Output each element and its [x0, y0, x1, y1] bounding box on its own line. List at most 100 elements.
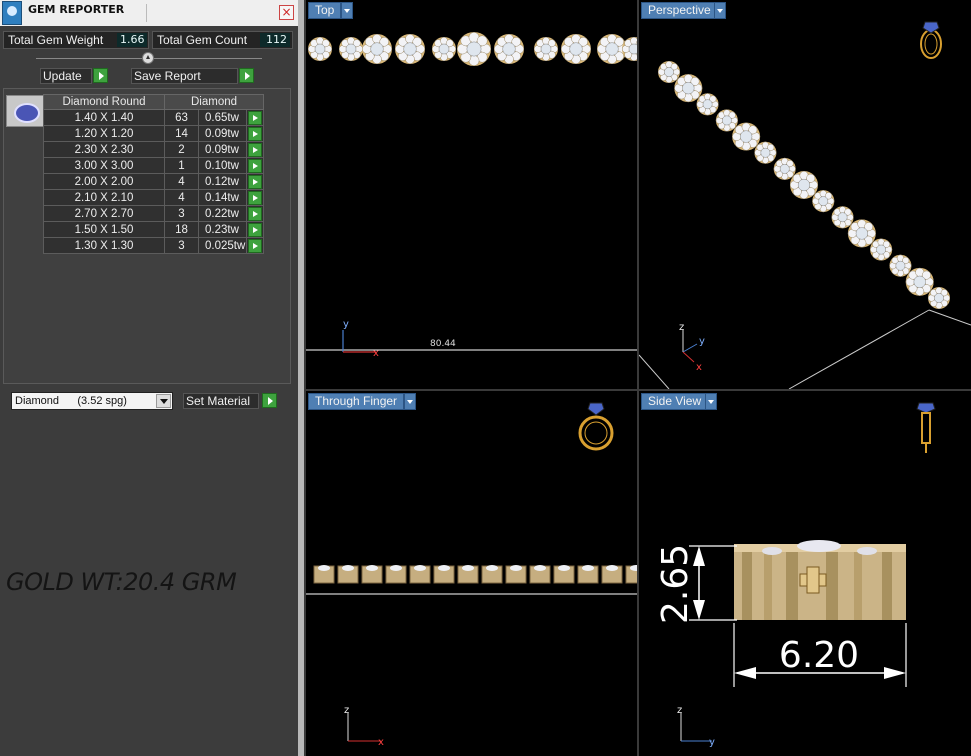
panel-title: GEM REPORTER [28, 3, 125, 16]
ring-side-icon [916, 402, 936, 453]
gem-size: 1.50 X 1.50 [43, 221, 165, 238]
gem-size: 1.40 X 1.40 [43, 109, 165, 126]
viewport-through-finger[interactable]: z x Through Finger [306, 391, 637, 756]
bracelet-perspective-view [657, 60, 951, 310]
viewport-side[interactable]: 2.65 6.20 z y Side View [639, 391, 971, 756]
gem-cluster [431, 36, 457, 62]
gem-count: 3 [164, 237, 199, 254]
viewport-perspective[interactable]: z y x Perspective [639, 0, 971, 389]
save-report-button[interactable]: Save Report [131, 68, 238, 84]
table-row: 2.00 X 2.00 4 0.12tw [43, 173, 264, 190]
row-select-button[interactable] [246, 125, 264, 142]
arrow-right-icon [248, 127, 262, 141]
gem-count: 14 [164, 125, 199, 142]
arrow-right-icon [248, 111, 262, 125]
row-select-button[interactable] [246, 157, 264, 174]
arrow-right-icon [248, 191, 262, 205]
total-weight-value: 1.66 [117, 33, 147, 47]
diamond-top [558, 565, 570, 571]
set-material-go-icon[interactable] [262, 393, 277, 408]
panel-splitter[interactable] [298, 0, 304, 756]
update-go-icon[interactable] [93, 68, 108, 83]
gem-reporter-icon [2, 1, 22, 25]
axis-x-label: x [373, 348, 379, 359]
arrow-right-icon [248, 159, 262, 173]
gem-size: 1.30 X 1.30 [43, 237, 165, 254]
gem-reporter-panel: GEM REPORTER × Total Gem Weight 1.66 Tot… [0, 0, 298, 756]
gem-size: 3.00 X 3.00 [43, 157, 165, 174]
update-button[interactable]: Update [40, 68, 92, 84]
row-select-button[interactable] [246, 221, 264, 238]
gem-count: 4 [164, 173, 199, 190]
gem-cluster [362, 34, 392, 64]
gold-weight-note: GOLD WT:20.4 GRM [6, 568, 237, 596]
save-report-go-icon[interactable] [239, 68, 254, 83]
width-dimension-label: 6.20 [779, 635, 859, 676]
diamond-top [366, 565, 378, 571]
panel-titlebar: GEM REPORTER × [0, 0, 298, 26]
ring-icon [578, 402, 614, 451]
row-select-button[interactable] [246, 173, 264, 190]
gem-weight: 0.09tw [198, 125, 247, 142]
row-select-button[interactable] [246, 141, 264, 158]
axis-x [682, 351, 695, 363]
height-dimension-label: 2.65 [655, 544, 696, 624]
material-select[interactable]: Diamond (3.52 spg) [11, 392, 173, 410]
gem-weight: 0.025tw [198, 237, 247, 254]
viewport-top[interactable]: y x 80.44 Top [306, 0, 637, 389]
table-row: 1.30 X 1.30 3 0.025tw [43, 237, 264, 254]
gem-cluster [457, 32, 491, 66]
close-icon[interactable]: × [279, 5, 294, 20]
viewport-side-menu-icon[interactable] [705, 393, 717, 410]
total-count-label: Total Gem Count [157, 33, 248, 47]
gem-cluster [494, 34, 524, 64]
set-material-button[interactable]: Set Material [183, 393, 259, 409]
gem-cluster [307, 36, 333, 62]
axis-x-label: x [378, 737, 384, 748]
viewport-perspective-label[interactable]: Perspective [641, 2, 718, 19]
row-select-button[interactable] [246, 237, 264, 254]
viewport-through-finger-label[interactable]: Through Finger [308, 393, 405, 410]
ring-icon [920, 21, 942, 59]
height-dimension [689, 545, 737, 621]
gem-cluster [657, 60, 681, 84]
viewport-side-label[interactable]: Side View [641, 393, 709, 410]
round-diamond-icon [6, 95, 44, 127]
table-row: 1.20 X 1.20 14 0.09tw [43, 125, 264, 142]
row-select-button[interactable] [246, 205, 264, 222]
axis-x-label: x [696, 362, 702, 373]
chevron-down-icon[interactable] [156, 394, 171, 408]
axis-z-label: z [344, 705, 349, 716]
gem-cluster [773, 157, 796, 180]
gem-cluster [870, 238, 893, 261]
gem-cluster [561, 34, 591, 64]
gem-cluster [338, 36, 364, 62]
bracelet-top-view [307, 32, 637, 66]
arrow-right-icon [248, 239, 262, 253]
grid-line [639, 354, 670, 389]
viewport-through-finger-menu-icon[interactable] [404, 393, 416, 410]
gem-weight: 0.22tw [198, 205, 247, 222]
measure-label: 80.44 [430, 339, 456, 349]
collapse-toggle[interactable] [142, 52, 154, 64]
arrow-right-icon [248, 207, 262, 221]
gem-cluster [732, 122, 761, 151]
diamond-top [486, 565, 498, 571]
viewport-top-label[interactable]: Top [308, 2, 342, 19]
diamond-top [510, 565, 522, 571]
col-header-shape: Diamond Round [43, 94, 165, 110]
side-view-canvas: 2.65 6.20 z y [655, 402, 936, 748]
viewport-perspective-menu-icon[interactable] [714, 2, 726, 19]
top-view-canvas: y x [306, 32, 637, 359]
row-select-button[interactable] [246, 189, 264, 206]
gem-cluster [927, 286, 951, 310]
link-side-profile [734, 540, 906, 620]
diamond-top [438, 565, 450, 571]
row-select-button[interactable] [246, 109, 264, 126]
diamond-top [582, 565, 594, 571]
table-row: 1.40 X 1.40 63 0.65tw [43, 109, 264, 126]
through-finger-canvas: z x [306, 402, 637, 748]
viewport-top-menu-icon[interactable] [341, 2, 353, 19]
diamond-top [462, 565, 474, 571]
gem-cluster [754, 141, 777, 164]
